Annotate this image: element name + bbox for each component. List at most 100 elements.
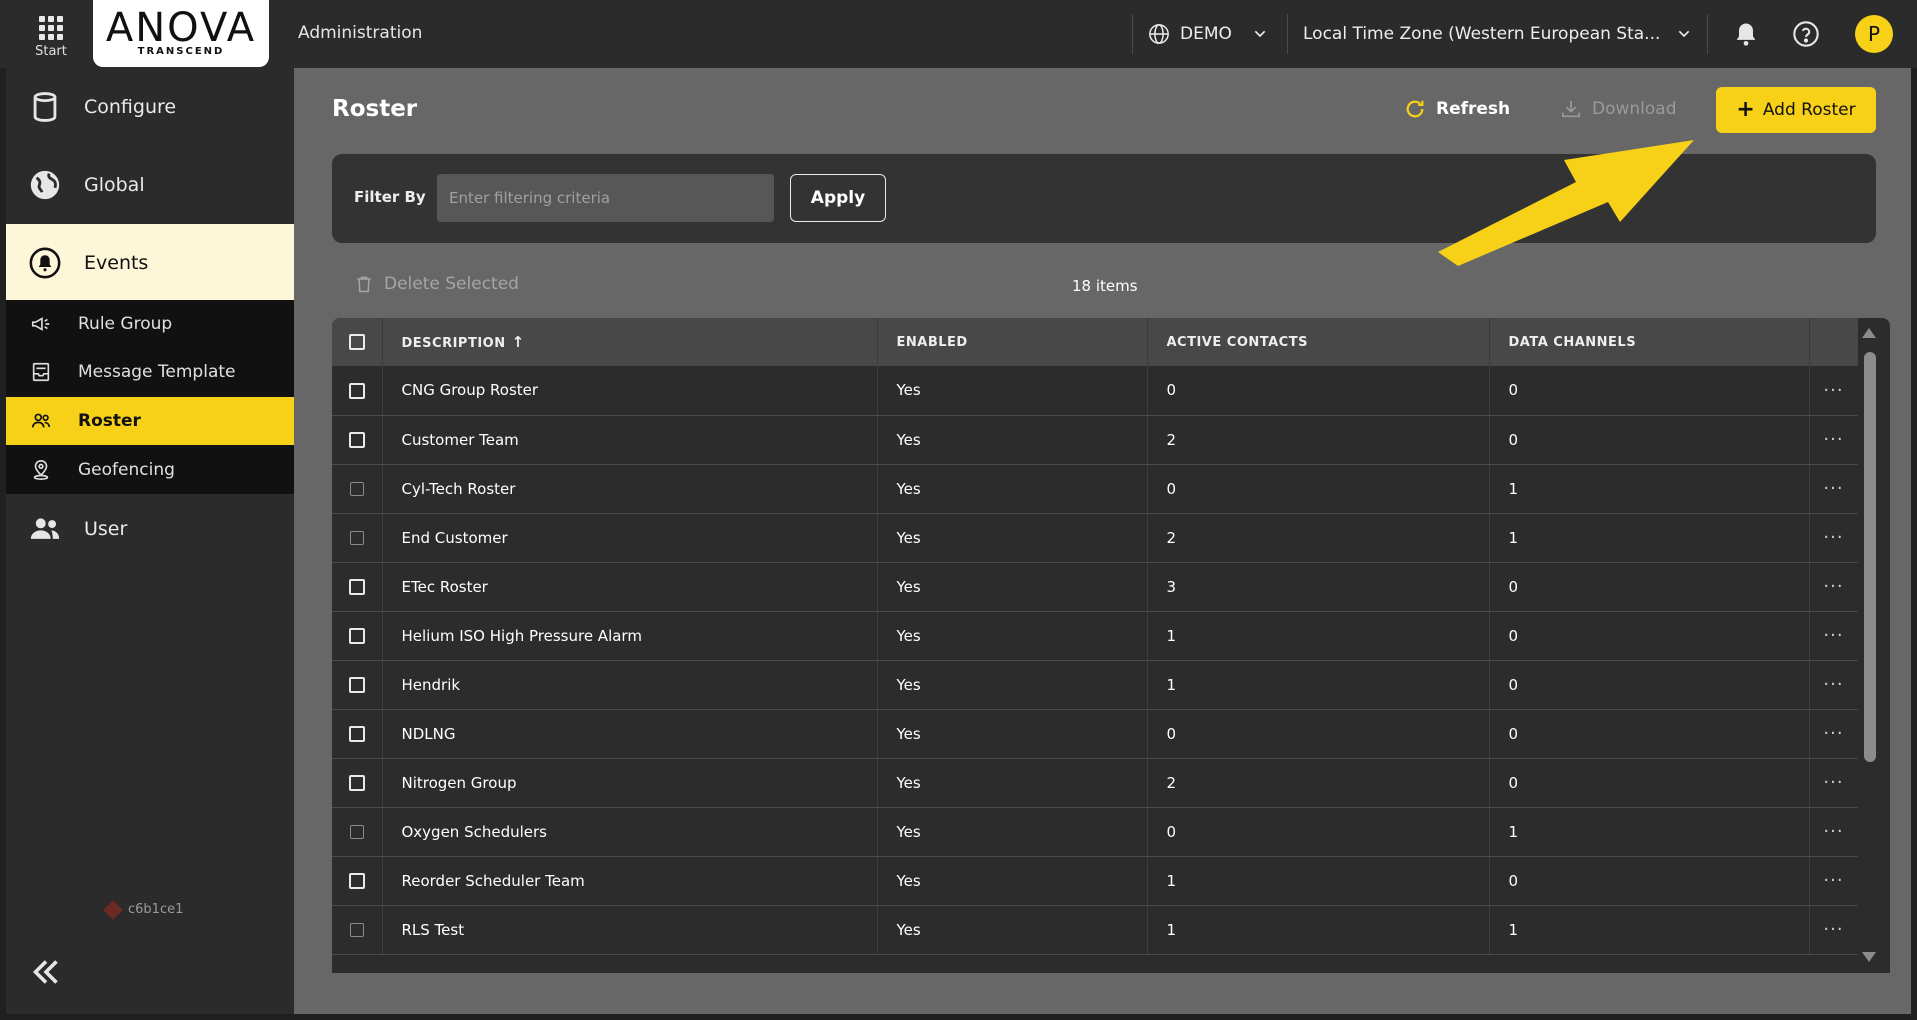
cell-data-channels: 0 — [1489, 415, 1810, 465]
help-icon[interactable] — [1792, 20, 1820, 48]
row-actions-menu-icon[interactable]: ··· — [1809, 758, 1859, 808]
table-row[interactable]: ETec Roster Yes 3 0 ··· — [332, 562, 1859, 612]
refresh-button[interactable]: Refresh — [1404, 98, 1510, 120]
timezone-selector[interactable]: Local Time Zone (Western European Sta... — [1303, 22, 1692, 46]
column-header-description[interactable]: DESCRIPTION ↑ — [382, 318, 878, 366]
roster-icon — [31, 413, 51, 428]
add-roster-button[interactable]: + Add Roster — [1716, 87, 1876, 133]
table-header-row: DESCRIPTION ↑ ENABLED ACTIVE CONTACTS DAT… — [332, 318, 1859, 366]
row-checkbox[interactable] — [348, 775, 365, 791]
download-label: Download — [1592, 99, 1677, 119]
table-row[interactable]: Cyl-Tech Roster Yes 0 1 ··· — [332, 464, 1859, 514]
table-row[interactable]: Oxygen Schedulers Yes 0 1 ··· — [332, 807, 1859, 857]
apply-button[interactable]: Apply — [790, 174, 886, 222]
select-all-cell — [332, 318, 383, 366]
cell-enabled: Yes — [877, 415, 1148, 465]
row-actions-menu-icon[interactable]: ··· — [1809, 611, 1859, 661]
sidebar-item-geofencing[interactable]: Geofencing — [6, 446, 294, 494]
cell-active-contacts: 1 — [1147, 905, 1490, 955]
row-checkbox[interactable] — [349, 825, 364, 839]
alarm-bell-icon — [29, 247, 61, 279]
collapse-sidebar-icon[interactable] — [28, 954, 64, 990]
cell-description: Cyl-Tech Roster — [382, 464, 878, 514]
row-checkbox[interactable] — [349, 531, 364, 545]
scrollbar-thumb[interactable] — [1864, 352, 1876, 762]
item-count: 18 items — [1072, 277, 1138, 295]
row-actions-menu-icon[interactable]: ··· — [1809, 562, 1859, 612]
sidebar-item-message-template[interactable]: Message Template — [6, 348, 294, 396]
filter-input[interactable] — [437, 174, 774, 222]
row-actions-menu-icon[interactable]: ··· — [1809, 709, 1859, 759]
row-actions-menu-icon[interactable]: ··· — [1809, 807, 1859, 857]
row-checkbox[interactable] — [348, 873, 365, 889]
table-row[interactable]: CNG Group Roster Yes 0 0 ··· — [332, 366, 1859, 416]
table-row[interactable]: NDLNG Yes 0 0 ··· — [332, 709, 1859, 759]
column-header-data-channels[interactable]: DATA CHANNELS — [1489, 318, 1810, 366]
cell-description: Customer Team — [382, 415, 878, 465]
divider — [1707, 14, 1708, 54]
sidebar-item-rule-group[interactable]: Rule Group — [6, 300, 294, 348]
row-checkbox[interactable] — [348, 726, 365, 742]
sidebar-item-label: Events — [84, 252, 149, 274]
table-row[interactable]: Helium ISO High Pressure Alarm Yes 1 0 ··· — [332, 611, 1859, 661]
scroll-down-icon[interactable] — [1862, 952, 1876, 962]
row-actions-menu-icon[interactable]: ··· — [1809, 660, 1859, 710]
sidebar-item-configure[interactable]: Configure — [6, 68, 294, 146]
table-row[interactable]: Nitrogen Group Yes 2 0 ··· — [332, 758, 1859, 808]
row-checkbox-cell — [332, 513, 383, 563]
sort-ascending-icon: ↑ — [511, 333, 525, 351]
cell-enabled: Yes — [877, 366, 1148, 416]
cell-data-channels: 0 — [1489, 856, 1810, 906]
bell-icon[interactable] — [1732, 20, 1760, 48]
sidebar-item-events[interactable]: Events — [6, 224, 294, 302]
org-selector[interactable]: DEMO — [1148, 22, 1268, 46]
cell-active-contacts: 3 — [1147, 562, 1490, 612]
cell-data-channels: 1 — [1489, 513, 1810, 563]
row-checkbox[interactable] — [349, 923, 364, 937]
cell-active-contacts: 0 — [1147, 807, 1490, 857]
sidebar-item-global[interactable]: Global — [6, 146, 294, 224]
row-checkbox[interactable] — [348, 677, 365, 693]
row-checkbox[interactable] — [348, 628, 365, 644]
divider — [1132, 14, 1133, 54]
cell-active-contacts: 2 — [1147, 758, 1490, 808]
table-row[interactable]: Reorder Scheduler Team Yes 1 0 ··· — [332, 856, 1859, 906]
select-all-checkbox[interactable] — [348, 334, 365, 350]
sidebar-item-label: User — [84, 518, 128, 540]
anova-logo[interactable]: ANOVA TRANSCEND — [93, 0, 269, 67]
divider — [1287, 14, 1288, 54]
filter-panel: Filter By Apply — [332, 154, 1876, 243]
row-checkbox[interactable] — [349, 482, 364, 496]
start-button[interactable]: Start — [30, 16, 72, 59]
row-checkbox-cell — [332, 758, 383, 808]
table-row[interactable]: End Customer Yes 2 1 ··· — [332, 513, 1859, 563]
row-actions-menu-icon[interactable]: ··· — [1809, 905, 1859, 955]
table-row[interactable]: Customer Team Yes 2 0 ··· — [332, 415, 1859, 465]
table-row[interactable]: Hendrik Yes 1 0 ··· — [332, 660, 1859, 710]
cell-enabled: Yes — [877, 660, 1148, 710]
user-avatar[interactable]: P — [1855, 15, 1893, 53]
delete-selected-button[interactable]: Delete Selected — [354, 274, 519, 294]
row-actions-menu-icon[interactable]: ··· — [1809, 513, 1859, 563]
column-header-enabled[interactable]: ENABLED — [877, 318, 1148, 366]
globe-icon — [1149, 24, 1169, 44]
roster-table: DESCRIPTION ↑ ENABLED ACTIVE CONTACTS DAT… — [332, 318, 1890, 973]
sidebar-item-user[interactable]: User — [6, 494, 294, 564]
column-header-active-contacts[interactable]: ACTIVE CONTACTS — [1147, 318, 1490, 366]
row-actions-menu-icon[interactable]: ··· — [1809, 464, 1859, 514]
row-checkbox[interactable] — [348, 579, 365, 595]
refresh-label: Refresh — [1436, 99, 1511, 119]
row-actions-menu-icon[interactable]: ··· — [1809, 366, 1859, 416]
row-actions-menu-icon[interactable]: ··· — [1809, 415, 1859, 465]
download-button[interactable]: Download — [1560, 98, 1677, 120]
sidebar-item-roster[interactable]: Roster — [6, 397, 294, 445]
scroll-up-icon[interactable] — [1862, 328, 1876, 338]
table-row[interactable]: RLS Test Yes 1 1 ··· — [332, 905, 1859, 955]
row-actions-menu-icon[interactable]: ··· — [1809, 856, 1859, 906]
main-content: Roster Refresh Download + Add Roster Fil… — [294, 68, 1911, 1014]
cell-enabled: Yes — [877, 562, 1148, 612]
cell-data-channels: 0 — [1489, 366, 1810, 416]
row-checkbox[interactable] — [348, 382, 365, 399]
row-checkbox[interactable] — [348, 432, 365, 448]
chevron-down-icon — [1679, 30, 1690, 38]
